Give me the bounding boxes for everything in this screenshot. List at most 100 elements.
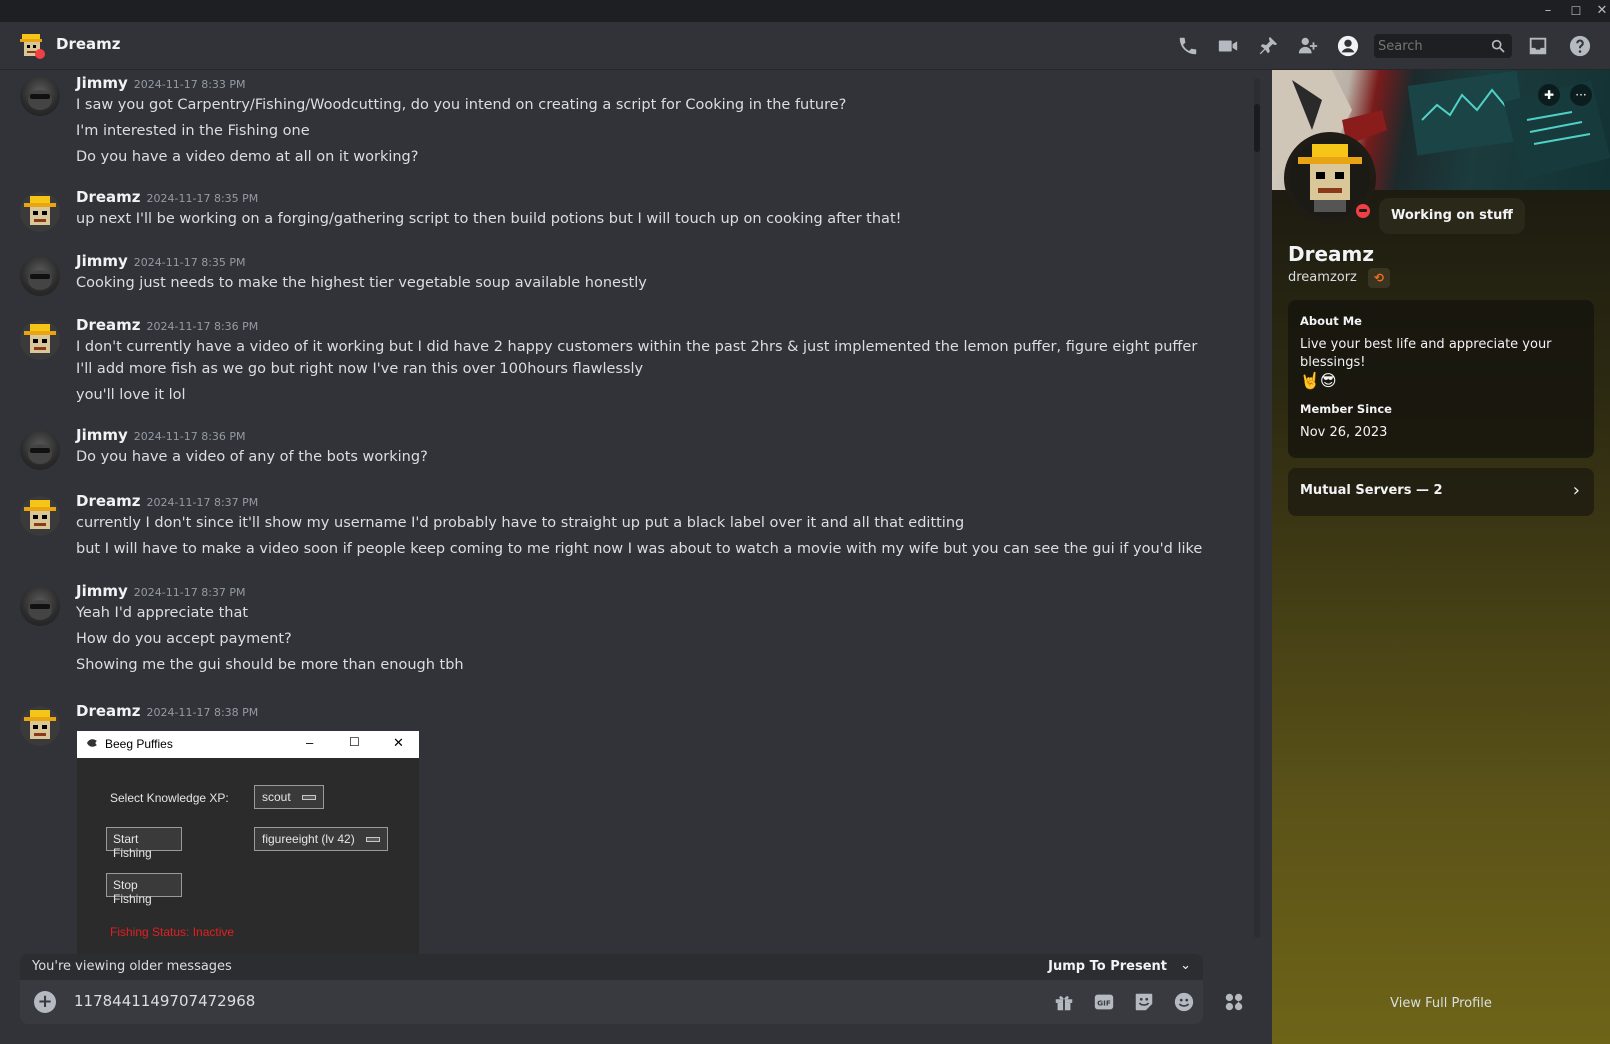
- select-knowledge-label: Select Knowledge XP:: [110, 791, 229, 805]
- message-text: Cooking just needs to make the highest t…: [76, 275, 647, 291]
- avatar[interactable]: [20, 76, 60, 116]
- fish-app-icon: [87, 739, 97, 747]
- message-text: Showing me the gui should be more than e…: [76, 657, 464, 673]
- dropdown-indicator-icon: [366, 837, 380, 842]
- message-author[interactable]: Jimmy 2024-11-17 8:33 PM: [76, 74, 246, 92]
- dropdown-indicator-icon: [302, 795, 316, 800]
- search-box[interactable]: [1374, 34, 1512, 58]
- avatar[interactable]: [20, 430, 60, 470]
- older-messages-text: You're viewing older messages: [32, 959, 232, 974]
- gift-icon[interactable]: [1052, 990, 1076, 1014]
- user-profile-icon[interactable]: [1334, 32, 1362, 60]
- embed-close-icon: ✕: [393, 735, 404, 750]
- profile-username[interactable]: dreamzorz: [1288, 270, 1357, 285]
- scrollbar-thumb[interactable]: [1254, 104, 1260, 152]
- more-options-icon[interactable]: ···: [1570, 84, 1592, 106]
- mutual-servers-button[interactable]: Mutual Servers — 2 ›: [1288, 468, 1594, 516]
- message-text: Yeah I'd appreciate that: [76, 605, 249, 621]
- knowledge-dropdown-value: scout: [262, 790, 291, 804]
- video-call-icon[interactable]: [1214, 32, 1242, 60]
- message-timestamp: 2024-11-17 8:36 PM: [133, 430, 246, 443]
- mutual-servers-label: Mutual Servers — 2: [1300, 483, 1443, 498]
- avatar[interactable]: [20, 586, 60, 626]
- message-text: you'll love it lol: [76, 387, 186, 403]
- avatar[interactable]: [20, 496, 60, 536]
- view-full-profile-link[interactable]: View Full Profile: [1272, 996, 1610, 1011]
- about-me-card: About Me Live your best life and appreci…: [1288, 300, 1594, 458]
- custom-status: Working on stuff: [1379, 198, 1525, 234]
- message-timestamp: 2024-11-17 8:37 PM: [133, 586, 246, 599]
- voice-call-icon[interactable]: [1174, 32, 1202, 60]
- jump-to-present-button[interactable]: Jump To Present: [1048, 959, 1167, 974]
- message-timestamp: 2024-11-17 8:35 PM: [133, 256, 246, 269]
- about-me-emoji: 🤘😎: [1300, 371, 1337, 390]
- minimize-button[interactable]: –: [1534, 2, 1562, 20]
- maximize-button[interactable]: ☐: [1562, 2, 1590, 20]
- embed-window-titlebar: Beeg Puffies – ☐ ✕: [77, 731, 419, 758]
- avatar[interactable]: [20, 256, 60, 296]
- quest-badge-icon[interactable]: ⟲: [1368, 268, 1390, 288]
- message-author[interactable]: Dreamz 2024-11-17 8:37 PM: [76, 492, 258, 510]
- scrollbar-track[interactable]: [1254, 78, 1260, 938]
- chevron-down-icon[interactable]: ⌄: [1180, 958, 1191, 973]
- gif-icon[interactable]: GIF: [1092, 990, 1116, 1014]
- help-icon[interactable]: [1566, 32, 1594, 60]
- add-attachment-icon[interactable]: +: [34, 991, 56, 1013]
- close-window-button[interactable]: ✕: [1588, 2, 1610, 20]
- apps-icon[interactable]: [1222, 990, 1246, 1014]
- fish-dropdown: figureeight (lv 42): [254, 827, 388, 851]
- message-timestamp: 2024-11-17 8:37 PM: [146, 496, 259, 509]
- message-text: Do you have a video of any of the bots w…: [76, 449, 428, 465]
- profile-display-name: Dreamz: [1288, 242, 1375, 266]
- message-text: I don't currently have a video of it wor…: [76, 339, 1198, 377]
- message-author[interactable]: Dreamz 2024-11-17 8:35 PM: [76, 188, 258, 206]
- add-friends-icon[interactable]: [1294, 32, 1322, 60]
- avatar[interactable]: [20, 706, 60, 746]
- search-input[interactable]: [1378, 36, 1486, 56]
- window-titlebar: – ☐ ✕: [0, 0, 1610, 22]
- about-me-text: Live your best life and appreciate your …: [1300, 337, 1552, 370]
- chevron-right-icon: ›: [1572, 480, 1580, 501]
- message-author[interactable]: Jimmy 2024-11-17 8:36 PM: [76, 426, 246, 444]
- member-since-heading: Member Since: [1300, 402, 1392, 416]
- embed-maximize-icon: ☐: [349, 735, 360, 749]
- pin-icon[interactable]: [1254, 32, 1282, 60]
- message-text: I'm interested in the Fishing one: [76, 123, 310, 139]
- message-timestamp: 2024-11-17 8:35 PM: [146, 192, 259, 205]
- message-text: Do you have a video demo at all on it wo…: [76, 149, 419, 165]
- add-friend-icon[interactable]: ✚: [1538, 84, 1560, 106]
- member-since-date: Nov 26, 2023: [1300, 425, 1388, 440]
- message-author[interactable]: Jimmy 2024-11-17 8:37 PM: [76, 582, 246, 600]
- embed-minimize-icon: –: [306, 735, 314, 750]
- older-messages-bar: You're viewing older messages Jump To Pr…: [20, 954, 1203, 980]
- message-input[interactable]: 1178441149707472968: [74, 992, 255, 1010]
- message-timestamp: 2024-11-17 8:38 PM: [146, 706, 259, 719]
- message-timestamp: 2024-11-17 8:36 PM: [146, 320, 259, 333]
- avatar[interactable]: [20, 192, 60, 232]
- message-author[interactable]: Dreamz 2024-11-17 8:36 PM: [76, 316, 258, 334]
- message-timestamp: 2024-11-17 8:33 PM: [133, 78, 246, 91]
- svg-text:GIF: GIF: [1097, 999, 1111, 1008]
- channel-header: Dreamz: [0, 22, 1610, 70]
- about-me-heading: About Me: [1300, 314, 1362, 328]
- message-text: How do you accept payment?: [76, 631, 292, 647]
- emoji-icon[interactable]: [1172, 990, 1196, 1014]
- embed-window-title: Beeg Puffies: [105, 737, 173, 751]
- image-attachment[interactable]: Beeg Puffies – ☐ ✕ Select Knowledge XP: …: [77, 731, 419, 954]
- channel-title: Dreamz: [56, 35, 121, 53]
- message-author[interactable]: Jimmy 2024-11-17 8:35 PM: [76, 252, 246, 270]
- stop-fishing-button: Stop Fishing: [106, 873, 182, 906]
- start-fishing-button: Start Fishing: [106, 827, 182, 860]
- sticker-icon[interactable]: [1132, 990, 1156, 1014]
- search-icon: [1491, 39, 1505, 53]
- avatar[interactable]: [20, 320, 60, 360]
- user-profile-panel: ✚ ··· Working on stuff Dreamz dreamzorz …: [1272, 70, 1610, 1044]
- inbox-icon[interactable]: [1524, 32, 1552, 60]
- message-author[interactable]: Dreamz 2024-11-17 8:38 PM: [76, 702, 258, 720]
- message-text: but I will have to make a video soon if …: [76, 541, 1203, 557]
- fishing-status: Fishing Status: Inactive: [110, 925, 235, 939]
- message-text: currently I don't since it'll show my us…: [76, 515, 965, 531]
- message-text: I saw you got Carpentry/Fishing/Woodcutt…: [76, 97, 847, 113]
- knowledge-dropdown: scout: [254, 785, 324, 809]
- message-composer[interactable]: + 1178441149707472968 GIF: [20, 980, 1203, 1024]
